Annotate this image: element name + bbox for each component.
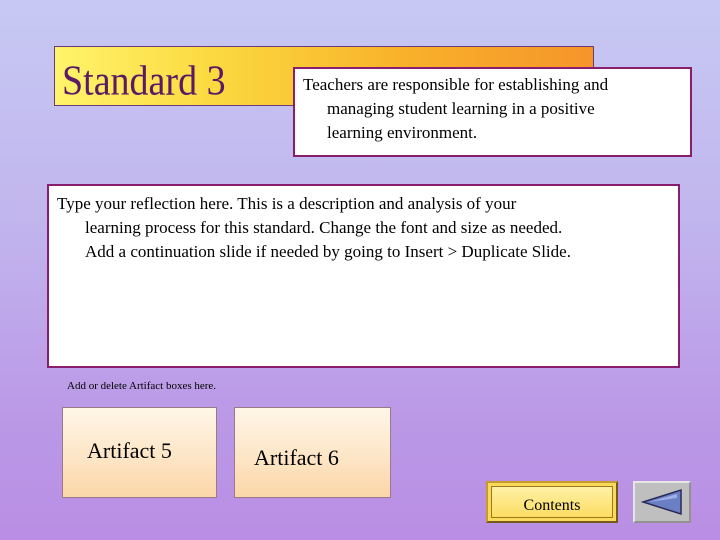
artifact-6-label: Artifact 6 [254,445,339,470]
reflection-line-1: Type your reflection here. This is a des… [57,194,517,213]
standard-line-3: learning environment. [327,123,478,142]
artifact-5-label: Artifact 5 [87,438,172,463]
reflection-line-3: Add a continuation slide if needed by go… [85,242,571,261]
standard-description-box[interactable]: Teachers are responsible for establishin… [293,67,692,157]
standard-description: Teachers are responsible for establishin… [303,73,680,145]
contents-label: Contents [491,486,613,518]
slide-title: Standard 3 [62,58,226,105]
reflection-text: Type your reflection here. This is a des… [57,192,668,264]
standard-line-2: managing student learning in a positive [327,99,595,118]
artifact-hint-text: Add or delete Artifact boxes here. [67,380,217,392]
back-button[interactable] [633,481,691,523]
reflection-line-2: learning process for this standard. Chan… [85,218,563,237]
artifact-6-button[interactable]: Artifact 6 [234,407,391,498]
triangle-left-icon [641,488,682,516]
reflection-text-box[interactable]: Type your reflection here. This is a des… [47,184,680,368]
artifact-5-button[interactable]: Artifact 5 [62,407,217,498]
contents-button[interactable]: Contents [486,481,618,523]
standard-line-1: Teachers are responsible for establishin… [303,75,609,94]
